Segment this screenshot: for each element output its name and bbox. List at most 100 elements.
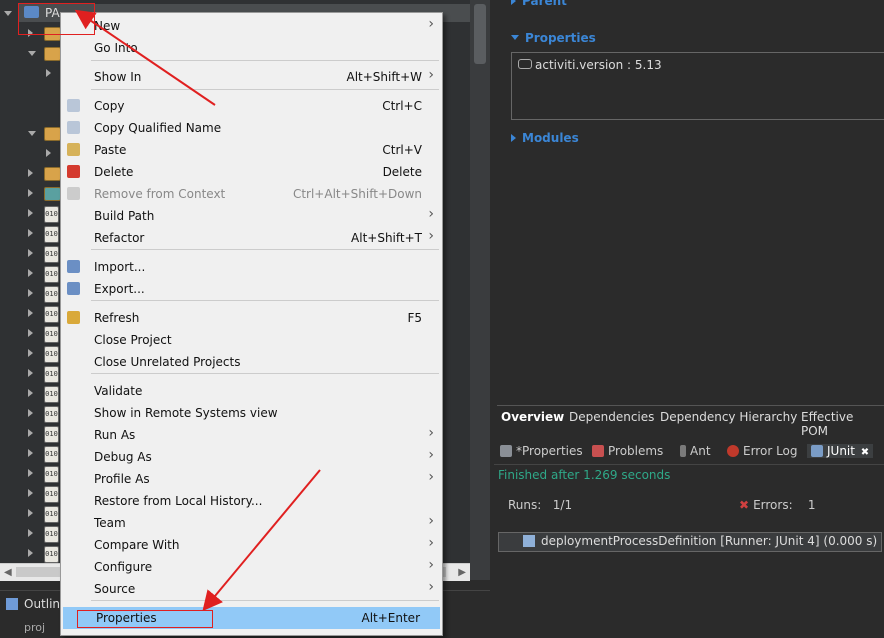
menu-item-new[interactable]: New › <box>61 15 442 37</box>
expanded-twisty-icon[interactable] <box>28 51 36 56</box>
submenu-arrow-icon: › <box>428 67 434 83</box>
properties-list[interactable]: activiti.version : 5.13 <box>511 52 884 120</box>
jar-icon: 010 <box>44 526 59 543</box>
jar-icon: 010 <box>44 346 59 363</box>
jar-icon: 010 <box>44 246 59 263</box>
collapsed-twisty-icon[interactable] <box>46 69 51 77</box>
tab-dependencies[interactable]: Dependencies <box>569 410 654 424</box>
collapsed-twisty-icon[interactable] <box>46 149 51 157</box>
tab-dependency-hierarchy[interactable]: Dependency Hierarchy <box>660 410 797 424</box>
menu-item-show-in-remote-systems-view[interactable]: Show in Remote Systems view <box>61 402 442 424</box>
section-modules[interactable]: Modules <box>511 131 579 145</box>
test-result-label: deploymentProcessDefinition [Runner: JUn… <box>541 534 878 548</box>
scroll-left-icon[interactable]: ◀ <box>4 567 12 578</box>
tab-junit[interactable]: JUnit ✖ <box>807 444 874 458</box>
menu-item-copy-qualified-name[interactable]: Copy Qualified Name <box>61 117 442 139</box>
close-icon[interactable]: ✖ <box>861 447 869 458</box>
submenu-arrow-icon: › <box>428 228 434 244</box>
menu-item-label: Go Into <box>94 41 138 55</box>
menu-item-shortcut: Ctrl+Alt+Shift+Down <box>292 187 422 201</box>
menu-item-paste[interactable]: Paste Ctrl+V <box>61 139 442 161</box>
menu-item-restore-from-local-history[interactable]: Restore from Local History... <box>61 490 442 512</box>
menu-item-label: Import... <box>94 260 146 274</box>
submenu-arrow-icon: › <box>428 535 434 551</box>
import-icon <box>67 260 80 273</box>
jar-icon: 010 <box>44 506 59 523</box>
menu-item-close-unrelated-projects[interactable]: Close Unrelated Projects <box>61 351 442 373</box>
collapsed-twisty-icon[interactable] <box>28 409 33 417</box>
submenu-arrow-icon: › <box>428 16 434 32</box>
collapsed-twisty-icon[interactable] <box>28 309 33 317</box>
menu-item-copy[interactable]: Copy Ctrl+C <box>61 95 442 117</box>
menu-item-team[interactable]: Team › <box>61 512 442 534</box>
outline-row[interactable]: proj <box>24 621 45 634</box>
jar-icon: 010 <box>44 206 59 223</box>
menu-item-refactor[interactable]: Refactor Alt+Shift+T › <box>61 227 442 249</box>
errors-label: Errors: <box>753 498 793 512</box>
expand-twisty-icon[interactable] <box>4 11 12 16</box>
collapsed-twisty-icon[interactable] <box>28 449 33 457</box>
menu-item-debug-as[interactable]: Debug As › <box>61 446 442 468</box>
menu-item-profile-as[interactable]: Profile As › <box>61 468 442 490</box>
tab-properties[interactable]: *Properties <box>500 444 583 458</box>
menu-item-shortcut: Alt+Shift+T <box>351 231 422 245</box>
tab-problems[interactable]: Problems <box>592 444 663 458</box>
collapsed-twisty-icon[interactable] <box>28 549 33 557</box>
collapsed-twisty-icon[interactable] <box>28 229 33 237</box>
scroll-right-icon[interactable]: ▶ <box>458 567 466 578</box>
menu-separator <box>91 249 439 250</box>
collapsed-twisty-icon[interactable] <box>28 469 33 477</box>
collapsed-twisty-icon[interactable] <box>28 509 33 517</box>
menu-item-export[interactable]: Export... <box>61 278 442 300</box>
test-result-row[interactable]: deploymentProcessDefinition [Runner: JUn… <box>498 532 882 552</box>
collapsed-twisty-icon[interactable] <box>28 289 33 297</box>
section-properties[interactable]: Properties <box>511 31 596 45</box>
errors-value: 1 <box>807 498 816 512</box>
menu-item-build-path[interactable]: Build Path › <box>61 205 442 227</box>
scrollbar-thumb[interactable] <box>474 4 486 64</box>
property-item[interactable]: activiti.version : 5.13 <box>518 58 662 72</box>
submenu-arrow-icon: › <box>428 425 434 441</box>
jar-icon: 010 <box>44 226 59 243</box>
menu-item-import[interactable]: Import... <box>61 256 442 278</box>
collapsed-twisty-icon[interactable] <box>28 529 33 537</box>
tab-overview[interactable]: Overview <box>501 410 564 424</box>
collapsed-twisty-icon[interactable] <box>28 329 33 337</box>
collapsed-twisty-icon[interactable] <box>28 369 33 377</box>
menu-separator <box>91 600 439 601</box>
outline-tab-label[interactable]: Outlin <box>24 597 60 611</box>
menu-item-label: Run As <box>94 428 136 442</box>
menu-item-label: Compare With <box>94 538 180 552</box>
collapsed-twisty-icon[interactable] <box>28 429 33 437</box>
paste-icon <box>67 143 80 156</box>
collapsed-twisty-icon[interactable] <box>28 189 33 197</box>
menu-item-show-in[interactable]: Show In Alt+Shift+W › <box>61 66 442 88</box>
menu-item-source[interactable]: Source › <box>61 578 442 600</box>
menu-item-validate[interactable]: Validate <box>61 380 442 402</box>
menu-item-delete[interactable]: Delete Delete <box>61 161 442 183</box>
expanded-twisty-icon[interactable] <box>28 131 36 136</box>
collapsed-twisty-icon[interactable] <box>28 209 33 217</box>
menu-item-compare-with[interactable]: Compare With › <box>61 534 442 556</box>
vertical-scrollbar[interactable] <box>470 0 490 580</box>
section-parent[interactable]: Parent <box>511 0 567 8</box>
collapsed-twisty-icon[interactable] <box>28 489 33 497</box>
jar-icon: 010 <box>44 286 59 303</box>
tab-error-log[interactable]: Error Log <box>727 444 798 458</box>
collapsed-twisty-icon[interactable] <box>28 169 33 177</box>
tab-ant[interactable]: Ant <box>680 444 711 458</box>
jar-icon: 010 <box>44 426 59 443</box>
collapsed-twisty-icon[interactable] <box>28 249 33 257</box>
tab-effective-pom[interactable]: Effective POM <box>801 410 884 438</box>
runs-counter: Runs: 1/1 <box>508 498 572 512</box>
menu-item-refresh[interactable]: Refresh F5 <box>61 307 442 329</box>
menu-item-configure[interactable]: Configure › <box>61 556 442 578</box>
menu-item-close-project[interactable]: Close Project <box>61 329 442 351</box>
collapsed-twisty-icon[interactable] <box>28 269 33 277</box>
library-icon <box>44 187 61 201</box>
tab-problems-label: Problems <box>608 444 664 458</box>
menu-item-go-into[interactable]: Go Into <box>61 37 442 59</box>
collapsed-twisty-icon[interactable] <box>28 389 33 397</box>
menu-item-run-as[interactable]: Run As › <box>61 424 442 446</box>
collapsed-twisty-icon[interactable] <box>28 349 33 357</box>
